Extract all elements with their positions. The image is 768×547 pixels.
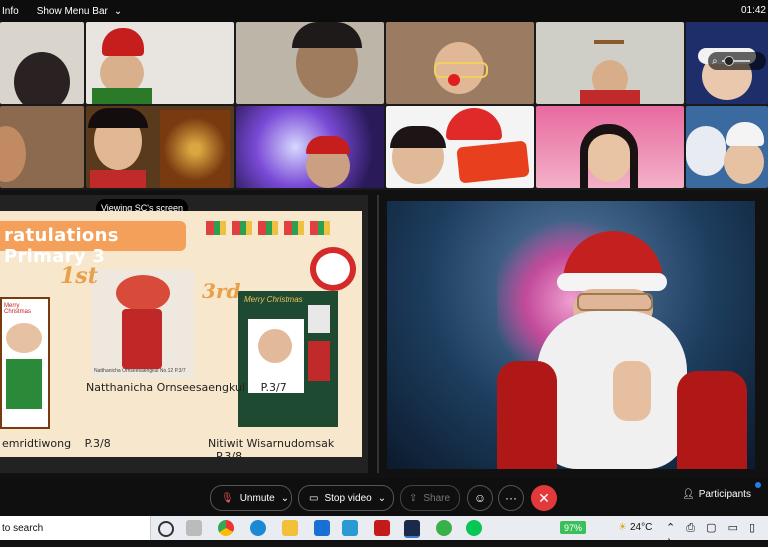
participant-tile[interactable]	[236, 106, 384, 188]
first-place-student: Natthanicha Ornseesaengkul	[86, 381, 246, 394]
participant-tile[interactable]	[386, 22, 534, 104]
chevron-down-icon[interactable]: ⌄	[281, 493, 289, 504]
participant-tile[interactable]	[686, 106, 768, 188]
close-icon: ✕	[538, 489, 550, 506]
stop-video-button[interactable]: ▭ Stop video ⌄	[298, 485, 394, 511]
card-middle-caption: Natthanicha Ornseesaengkul No.12 P.3/7	[94, 368, 186, 374]
weather-widget[interactable]: ☀ 24°C	[618, 522, 652, 533]
third-place-name: Nitiwit Wisarnudomsak P.3/8	[208, 437, 362, 457]
more-options-button[interactable]: ···	[498, 485, 524, 511]
grid-zoom-control[interactable]: ⌕	[708, 52, 766, 70]
unmute-button[interactable]: 🎙︎ Unmute ⌄	[210, 485, 292, 511]
participant-video-grid: ⌕	[0, 22, 768, 190]
info-button[interactable]: Info	[2, 6, 19, 17]
show-menu-bar-label: Show Menu Bar	[36, 5, 108, 17]
chrome-icon[interactable]	[218, 520, 234, 536]
system-tray-icons[interactable]: ⌃ ⎙ ▢ ▭ ▯ ♪	[666, 521, 768, 547]
shared-slide: ratulations Primary 3 Merry Christmas Na…	[0, 211, 362, 457]
webex-icon[interactable]	[404, 520, 420, 538]
slide-banner-title: ratulations Primary 3	[4, 225, 119, 267]
participant-tile[interactable]	[86, 22, 234, 104]
unmute-label: Unmute	[239, 492, 275, 504]
windows-taskbar: to search 97% ☀ 24°C ⌃ ⎙ ▢ ▭ ▯ ♪	[0, 516, 768, 547]
taskbar-search-box[interactable]: to search	[0, 516, 151, 540]
third-place-label: 3rd	[202, 279, 241, 303]
meeting-clock: 01:42	[740, 5, 766, 16]
slide-banner: ratulations Primary 3	[0, 221, 186, 267]
participant-tile[interactable]	[386, 106, 534, 188]
video-camera-icon: ▭	[309, 492, 319, 504]
first-place-name: Natthanicha Ornseesaengkul P.3/7	[86, 381, 287, 394]
third-place-student: Nitiwit Wisarnudomsak	[208, 437, 335, 450]
shared-screen-panel: Viewing SC's screen ratulations Primary …	[0, 195, 368, 473]
leave-meeting-button[interactable]: ✕	[531, 485, 557, 511]
edge-icon[interactable]	[250, 520, 266, 536]
snap-icon[interactable]	[186, 520, 202, 536]
app-green-icon[interactable]	[436, 520, 452, 536]
battery-indicator[interactable]: 97%	[560, 521, 586, 534]
participant-tile[interactable]	[0, 22, 84, 104]
temperature-label: 24°C	[629, 522, 653, 533]
card-right: Merry Christmas	[238, 291, 338, 427]
participant-tile[interactable]	[536, 106, 684, 188]
third-place-class: P.3/8	[216, 450, 243, 457]
share-screen-icon: ⇪	[409, 492, 418, 504]
santa-sticker	[310, 247, 356, 291]
share-button[interactable]: ⇪ Share	[400, 485, 460, 511]
stop-video-label: Stop video	[324, 492, 372, 504]
file-explorer-icon[interactable]	[282, 520, 298, 536]
mcafee-icon[interactable]	[374, 520, 390, 536]
active-speaker-video[interactable]	[387, 201, 755, 469]
mic-muted-icon: 🎙︎	[221, 492, 234, 504]
task-view-icon[interactable]	[158, 521, 174, 537]
line-icon[interactable]	[466, 520, 482, 536]
mail-icon[interactable]	[314, 520, 330, 536]
participants-button[interactable]: 👤︎ Participants	[682, 489, 751, 500]
participants-label: Participants	[698, 489, 751, 500]
show-menu-bar-button[interactable]: Show Menu Bar ⌄	[37, 6, 123, 17]
card-left-title: Merry Christmas	[4, 303, 32, 315]
second-place-student: emridtiwong	[2, 437, 72, 450]
zoom-slider-knob[interactable]	[723, 56, 734, 66]
card-left: Merry Christmas	[0, 297, 50, 429]
more-dots-icon: ···	[505, 491, 517, 505]
weather-sun-icon: ☀	[618, 522, 627, 533]
zoom-slider[interactable]	[721, 56, 750, 66]
meeting-controls-bar: 🎙︎ Unmute ⌄ ▭ Stop video ⌄ ⇪ Share ☺ ···…	[0, 478, 768, 516]
meeting-top-bar: Info Show Menu Bar ⌄ 01:42	[0, 0, 768, 22]
participant-tile[interactable]	[86, 106, 234, 188]
gift-decorations	[206, 221, 332, 235]
second-place-class: P.3/8	[84, 437, 111, 450]
participant-tile[interactable]	[236, 22, 384, 104]
participant-tile[interactable]	[536, 22, 684, 104]
card-middle: Natthanicha Ornseesaengkul No.12 P.3/7	[92, 269, 194, 379]
person-icon: 👤︎	[682, 489, 695, 500]
share-label: Share	[423, 492, 451, 504]
smile-icon: ☺	[473, 491, 487, 505]
app-l-icon[interactable]	[342, 520, 358, 536]
chevron-down-icon[interactable]: ⌄	[378, 493, 386, 504]
panel-divider[interactable]	[377, 195, 379, 473]
taskbar-search-placeholder: to search	[2, 522, 44, 534]
first-place-label: 1st	[60, 263, 98, 289]
first-place-class: P.3/7	[260, 381, 287, 394]
notification-dot	[755, 482, 761, 488]
chevron-down-icon: ⌄	[113, 5, 123, 17]
second-place-name: emridtiwong P.3/8	[2, 437, 111, 450]
zoom-magnifier-icon: ⌕	[712, 55, 718, 67]
card-right-title: Merry Christmas	[244, 295, 303, 304]
reactions-button[interactable]: ☺	[467, 485, 493, 511]
participant-tile[interactable]	[0, 106, 84, 188]
